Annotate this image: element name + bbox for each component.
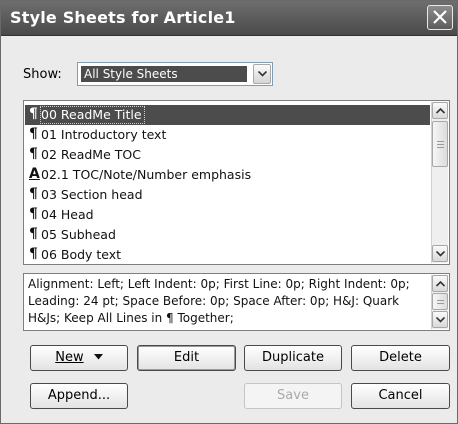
chevron-down-icon bbox=[436, 251, 445, 257]
style-sheet-name: 04 Head bbox=[41, 207, 94, 222]
style-sheet-item[interactable]: ¶ 02 ReadMe TOC bbox=[25, 145, 430, 165]
show-filter-value: All Style Sheets bbox=[81, 66, 247, 82]
style-sheet-item[interactable]: ¶ 04 Head bbox=[25, 205, 430, 225]
style-description-text: Alignment: Left; Left Indent: 0p; First … bbox=[28, 277, 410, 325]
style-sheet-rows: ¶ 00 ReadMe Title ¶ 01 Introductory text ¶ 02… bbox=[25, 105, 430, 264]
chevron-up-icon bbox=[436, 108, 445, 114]
style-sheet-name: 02.1 TOC/Note/Number emphasis bbox=[41, 167, 252, 182]
close-icon bbox=[433, 10, 447, 24]
scroll-up-button[interactable] bbox=[432, 102, 448, 119]
paragraph-style-icon: ¶ bbox=[29, 246, 38, 262]
style-sheet-item[interactable]: ¶ 06 Body text bbox=[25, 245, 430, 264]
show-filter-select[interactable]: All Style Sheets bbox=[77, 62, 273, 86]
paragraph-style-icon: ¶ bbox=[29, 226, 38, 242]
show-filter-dropdown-button[interactable] bbox=[253, 64, 271, 84]
style-sheet-item[interactable]: ¶ 03 Section head bbox=[25, 185, 430, 205]
style-description-box: Alignment: Left; Left Indent: 0p; First … bbox=[23, 273, 450, 331]
dialog-title: Style Sheets for Article1 bbox=[10, 8, 236, 27]
scroll-thumb[interactable] bbox=[432, 293, 448, 310]
style-sheet-item[interactable]: ¶ 05 Subhead bbox=[25, 225, 430, 245]
paragraph-style-icon: ¶ bbox=[29, 126, 38, 142]
style-sheet-name: 03 Section head bbox=[41, 187, 143, 202]
description-scrollbar[interactable] bbox=[431, 275, 448, 329]
style-sheets-dialog: Style Sheets for Article1 Show: All Styl… bbox=[0, 0, 458, 424]
character-style-icon: A bbox=[29, 166, 40, 182]
paragraph-style-icon: ¶ bbox=[29, 206, 38, 222]
style-sheet-list[interactable]: ¶ 00 ReadMe Title ¶ 01 Introductory text ¶ 02… bbox=[23, 100, 450, 265]
edit-button[interactable]: Edit bbox=[137, 345, 236, 371]
save-button: Save bbox=[244, 383, 342, 409]
new-button[interactable]: New bbox=[30, 345, 128, 371]
chevron-up-icon bbox=[436, 281, 445, 287]
paragraph-style-icon: ¶ bbox=[29, 146, 38, 162]
scroll-down-button[interactable] bbox=[432, 311, 448, 328]
new-button-label: New bbox=[55, 350, 84, 365]
style-sheet-name: 00 ReadMe Title bbox=[40, 106, 145, 124]
style-sheet-item[interactable]: A 02.1 TOC/Note/Number emphasis bbox=[25, 165, 430, 185]
style-sheet-name: 05 Subhead bbox=[41, 227, 116, 242]
style-sheet-name: 06 Body text bbox=[41, 247, 122, 262]
scroll-thumb[interactable] bbox=[432, 121, 448, 167]
title-bar[interactable]: Style Sheets for Article1 bbox=[1, 1, 457, 36]
delete-button[interactable]: Delete bbox=[351, 345, 450, 371]
style-sheet-name: 01 Introductory text bbox=[41, 127, 167, 142]
scroll-up-button[interactable] bbox=[432, 275, 448, 292]
style-sheet-item[interactable]: ¶ 01 Introductory text bbox=[25, 125, 430, 145]
style-list-scrollbar[interactable] bbox=[431, 102, 448, 263]
scroll-down-button[interactable] bbox=[432, 245, 448, 262]
paragraph-style-icon: ¶ bbox=[29, 106, 38, 122]
close-button[interactable] bbox=[427, 5, 453, 30]
dropdown-triangle-icon bbox=[93, 354, 103, 360]
duplicate-button[interactable]: Duplicate bbox=[244, 345, 342, 371]
paragraph-style-icon: ¶ bbox=[29, 186, 38, 202]
style-sheet-name: 02 ReadMe TOC bbox=[41, 147, 141, 162]
cancel-button[interactable]: Cancel bbox=[351, 383, 450, 409]
append-button[interactable]: Append... bbox=[30, 383, 128, 409]
chevron-down-icon bbox=[436, 317, 445, 323]
chevron-down-icon bbox=[258, 71, 267, 77]
show-label: Show: bbox=[23, 67, 62, 82]
style-sheet-item[interactable]: ¶ 00 ReadMe Title bbox=[25, 105, 430, 125]
